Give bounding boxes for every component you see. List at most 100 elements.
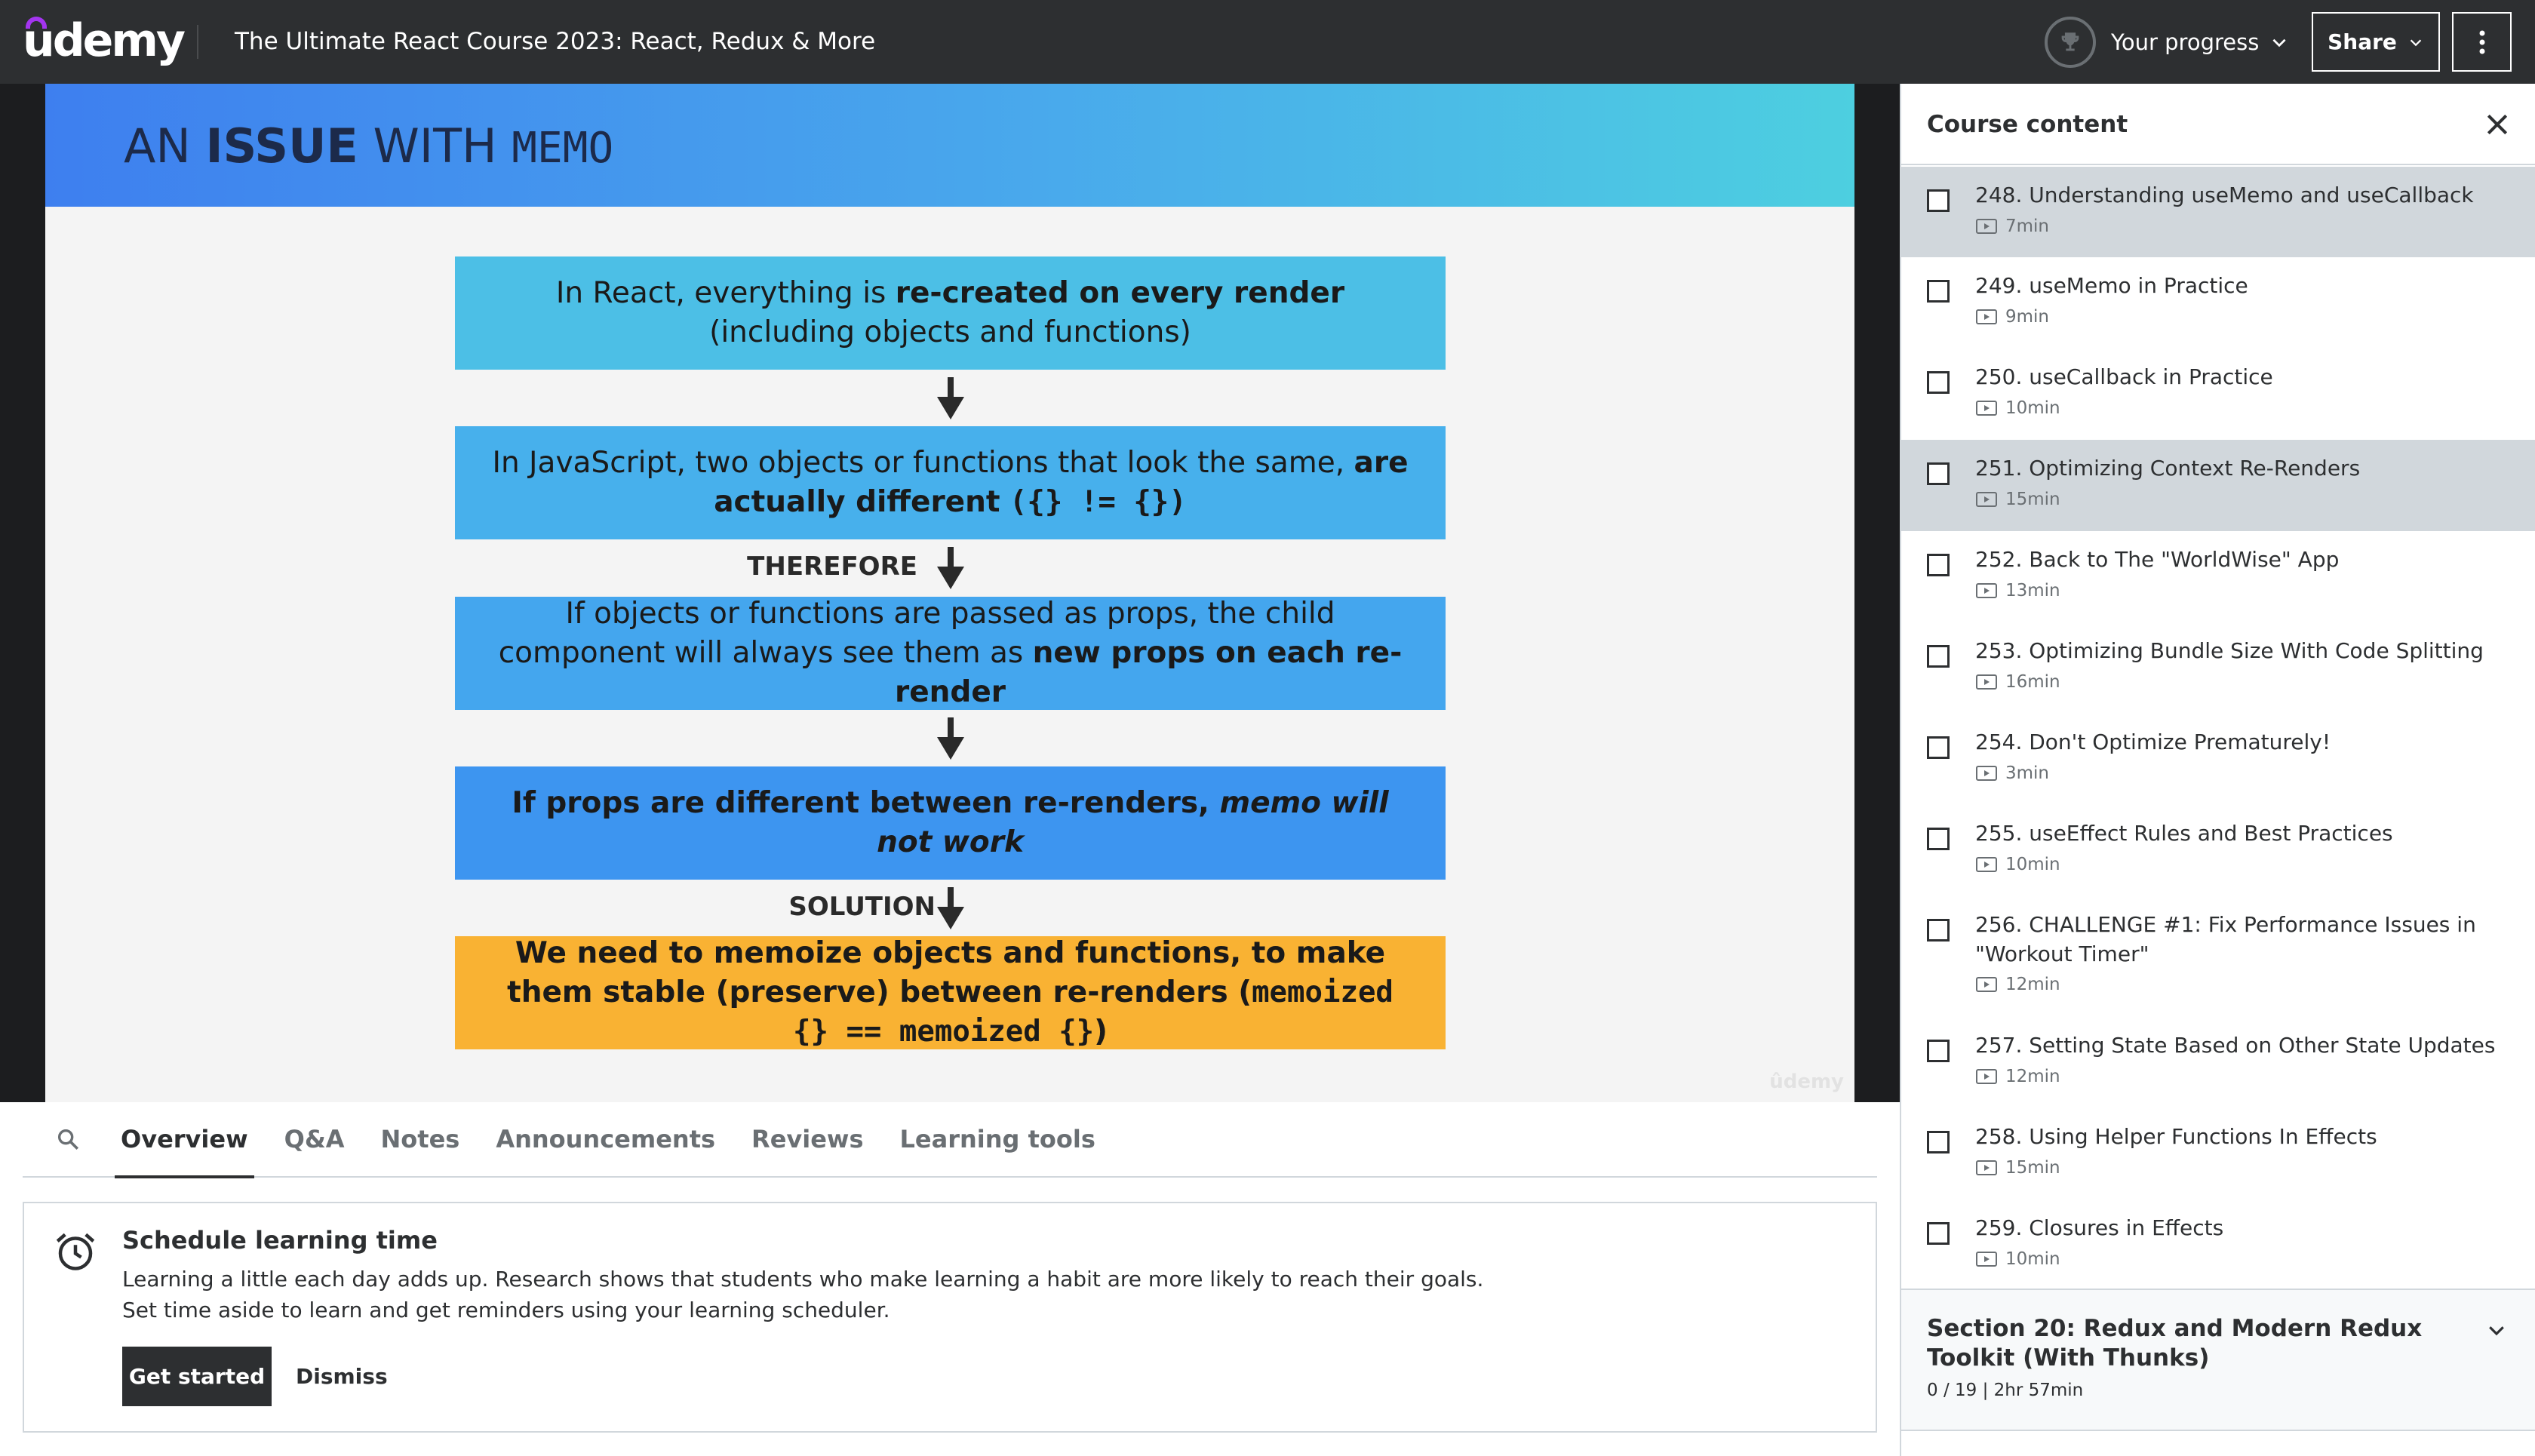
slide-title: AN ISSUE WITH MEMO bbox=[124, 118, 613, 174]
lecture-duration: 15min bbox=[1975, 490, 2060, 509]
chevron-down-icon bbox=[2272, 38, 2286, 47]
lecture-duration-text: 16min bbox=[2005, 672, 2060, 692]
lecture-duration-text: 7min bbox=[2005, 217, 2050, 236]
lecture-checkbox[interactable] bbox=[1927, 1040, 1950, 1062]
down-arrow-icon bbox=[936, 377, 966, 419]
lecture-duration-text: 10min bbox=[2005, 1249, 2060, 1269]
lecture-title: 257. Setting State Based on Other State … bbox=[1975, 1033, 2496, 1058]
lecture-checkbox[interactable] bbox=[1927, 919, 1950, 941]
lecture-checkbox[interactable] bbox=[1927, 736, 1950, 759]
lecture-checkbox[interactable] bbox=[1927, 371, 1950, 394]
lecture-title: 256. CHALLENGE #1: Fix Performance Issue… bbox=[1975, 912, 2476, 966]
lecture-item[interactable]: 252. Back to The "WorldWise" App 13min bbox=[1901, 531, 2535, 622]
slide-title-part: AN bbox=[124, 118, 206, 174]
lecture-duration: 9min bbox=[1975, 307, 2049, 327]
lecture-checkbox[interactable] bbox=[1927, 645, 1950, 668]
trophy-icon bbox=[2061, 32, 2079, 51]
down-arrow-icon bbox=[936, 547, 966, 589]
lecture-checkbox[interactable] bbox=[1927, 189, 1950, 212]
lecture-duration-text: 10min bbox=[2005, 398, 2060, 418]
lecture-item[interactable]: 258. Using Helper Functions In Effects 15… bbox=[1901, 1108, 2535, 1200]
schedule-title: Schedule learning time bbox=[122, 1226, 438, 1255]
lecture-duration-text: 13min bbox=[2005, 581, 2060, 601]
tab-announcements[interactable]: Announcements bbox=[490, 1101, 721, 1177]
tab-reviews[interactable]: Reviews bbox=[745, 1101, 869, 1177]
chevron-down-icon bbox=[2489, 1326, 2504, 1336]
lecture-checkbox[interactable] bbox=[1927, 280, 1950, 303]
lecture-duration-text: 15min bbox=[2005, 490, 2060, 509]
tab-qa[interactable]: Q&A bbox=[278, 1101, 351, 1177]
lecture-item[interactable]: 253. Optimizing Bundle Size With Code Sp… bbox=[1901, 622, 2535, 714]
video-icon bbox=[1976, 309, 1997, 324]
lecture-checkbox[interactable] bbox=[1927, 828, 1950, 850]
lecture-duration: 7min bbox=[1975, 217, 2049, 236]
lecture-item[interactable]: 256. CHALLENGE #1: Fix Performance Issue… bbox=[1901, 896, 2535, 1017]
lecture-checkbox[interactable] bbox=[1927, 1222, 1950, 1245]
header-divider bbox=[197, 25, 198, 59]
lecture-duration: 13min bbox=[1975, 581, 2060, 601]
video-icon bbox=[1976, 583, 1997, 598]
lecture-title: 258. Using Helper Functions In Effects bbox=[1975, 1124, 2377, 1149]
lecture-checkbox[interactable] bbox=[1927, 554, 1950, 576]
slide-title-mono: MEMO bbox=[512, 124, 614, 173]
video-icon bbox=[1976, 977, 1997, 992]
lecture-duration: 3min bbox=[1975, 763, 2049, 783]
lecture-item[interactable]: 249. useMemo in Practice 9min bbox=[1901, 257, 2535, 349]
lecture-title: 248. Understanding useMemo and useCallba… bbox=[1975, 183, 2474, 207]
schedule-learning-card: Schedule learning time Learning a little… bbox=[23, 1202, 1877, 1433]
lecture-item[interactable]: 257. Setting State Based on Other State … bbox=[1901, 1017, 2535, 1108]
kebab-menu-icon bbox=[2479, 30, 2484, 54]
lecture-duration-text: 9min bbox=[2005, 307, 2050, 327]
video-icon bbox=[1976, 1252, 1997, 1267]
search-button[interactable] bbox=[45, 1117, 91, 1162]
lecture-checkbox[interactable] bbox=[1927, 462, 1950, 485]
lecture-duration-text: 12min bbox=[2005, 975, 2060, 994]
schedule-description: Learning a little each day adds up. Rese… bbox=[122, 1264, 1782, 1325]
alarm-clock-icon bbox=[56, 1233, 95, 1270]
schedule-desc-line: Learning a little each day adds up. Rese… bbox=[122, 1267, 1484, 1292]
share-button[interactable]: Share bbox=[2312, 12, 2440, 72]
get-started-button[interactable]: Get started bbox=[122, 1347, 272, 1406]
lecture-item[interactable]: 254. Don't Optimize Prematurely! 3min bbox=[1901, 714, 2535, 805]
top-header: udemy The Ultimate React Course 2023: Re… bbox=[0, 0, 2535, 84]
slide-watermark: ûdemy bbox=[1769, 1070, 1844, 1093]
tab-overview[interactable]: Overview bbox=[115, 1101, 254, 1178]
sidebar-header: Course content bbox=[1901, 84, 2535, 165]
tab-learning-tools[interactable]: Learning tools bbox=[894, 1101, 1102, 1177]
lecture-list: 248. Understanding useMemo and useCallba… bbox=[1901, 167, 2535, 1291]
lecture-title: 259. Closures in Effects bbox=[1975, 1215, 2224, 1240]
video-icon bbox=[1976, 857, 1997, 872]
progress-dropdown[interactable]: Your progress bbox=[2045, 14, 2289, 70]
lecture-checkbox[interactable] bbox=[1927, 1131, 1950, 1153]
dismiss-button[interactable]: Dismiss bbox=[296, 1347, 388, 1406]
lecture-duration-text: 10min bbox=[2005, 855, 2060, 874]
lecture-duration-text: 3min bbox=[2005, 763, 2050, 783]
more-options-button[interactable] bbox=[2452, 12, 2512, 72]
video-player[interactable]: AN ISSUE WITH MEMO In React, everything … bbox=[0, 84, 1900, 1102]
flow-box-5: We need to memoize objects and functions… bbox=[455, 936, 1446, 1049]
course-title[interactable]: The Ultimate React Course 2023: React, R… bbox=[235, 0, 875, 84]
lecture-item[interactable]: 250. useCallback in Practice 10min bbox=[1901, 349, 2535, 440]
lecture-item[interactable]: 248. Understanding useMemo and useCallba… bbox=[1901, 167, 2535, 257]
section-20-accordion[interactable]: Section 20: Redux and Modern Redux Toolk… bbox=[1901, 1289, 2535, 1431]
tab-notes[interactable]: Notes bbox=[375, 1101, 466, 1177]
search-icon bbox=[57, 1129, 79, 1150]
lecture-item[interactable]: 259. Closures in Effects 10min bbox=[1901, 1200, 2535, 1291]
lecture-title: 254. Don't Optimize Prematurely! bbox=[1975, 730, 2331, 754]
lecture-title: 252. Back to The "WorldWise" App bbox=[1975, 547, 2340, 572]
section-meta: 0 / 19 | 2hr 57min bbox=[1927, 1381, 2084, 1400]
flow-box-2: In JavaScript, two objects or functions … bbox=[455, 426, 1446, 539]
lecture-title: 249. useMemo in Practice bbox=[1975, 273, 2248, 298]
close-icon[interactable] bbox=[2482, 109, 2512, 140]
lecture-item[interactable]: 255. useEffect Rules and Best Practices 1… bbox=[1901, 805, 2535, 896]
course-content-sidebar: Course content 248. Understanding useMem… bbox=[1900, 84, 2535, 1456]
lecture-tabs: Overview Q&A Notes Announcements Reviews… bbox=[23, 1102, 1877, 1178]
lecture-item[interactable]: 251. Optimizing Context Re-Renders 15min bbox=[1901, 440, 2535, 531]
video-icon bbox=[1976, 219, 1997, 234]
lecture-duration: 12min bbox=[1975, 1067, 2060, 1086]
lecture-duration: 15min bbox=[1975, 1158, 2060, 1178]
video-icon bbox=[1976, 1160, 1997, 1175]
video-icon bbox=[1976, 766, 1997, 781]
progress-ring bbox=[2045, 16, 2096, 68]
udemy-logo[interactable]: udemy bbox=[23, 14, 186, 68]
